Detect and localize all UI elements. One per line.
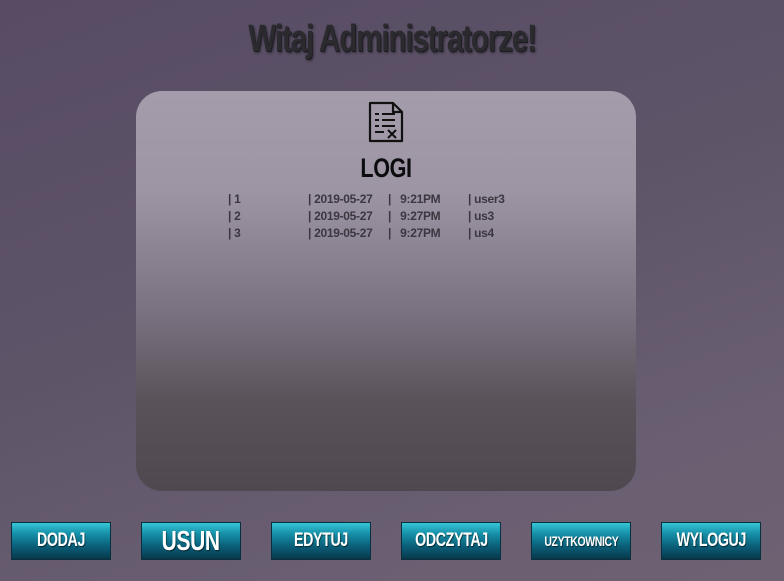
- log-time: | 9:27PM: [388, 209, 441, 223]
- read-button-label: ODCZYTAJ: [414, 530, 488, 551]
- log-user: | us3: [468, 209, 494, 223]
- log-time: | 9:21PM: [388, 192, 441, 206]
- edit-button[interactable]: EDYTUJ: [271, 522, 371, 560]
- log-row: | 1 | 2019-05-27 | 9:21PM | user3: [228, 192, 588, 209]
- users-button[interactable]: UZYTKOWNICY: [531, 522, 631, 560]
- delete-button-label: USUN: [161, 525, 221, 556]
- add-button[interactable]: DODAJ: [11, 522, 111, 560]
- delete-button[interactable]: USUN: [141, 522, 241, 560]
- edit-button-label: EDYTUJ: [294, 530, 348, 551]
- log-user: | user3: [468, 192, 505, 206]
- log-id: | 2: [228, 209, 241, 223]
- log-id: | 3: [228, 226, 241, 240]
- users-button-label: UZYTKOWNICY: [543, 533, 619, 549]
- logout-button-label: WYLOGUJ: [676, 530, 746, 551]
- log-date: | 2019-05-27: [308, 192, 373, 206]
- page-title: Witaj Administratorze!: [248, 18, 537, 60]
- log-date: | 2019-05-27: [308, 226, 373, 240]
- log-id: | 1: [228, 192, 241, 206]
- logs-list: | 1 | 2019-05-27 | 9:21PM | user3 | 2 | …: [228, 192, 588, 243]
- log-row: | 2 | 2019-05-27 | 9:27PM | us3: [228, 209, 588, 226]
- log-date: | 2019-05-27: [308, 209, 373, 223]
- log-document-icon: [368, 101, 404, 143]
- log-user: | us4: [468, 226, 494, 240]
- logs-title: LOGI: [360, 153, 412, 183]
- logout-button[interactable]: WYLOGUJ: [661, 522, 761, 560]
- read-button[interactable]: ODCZYTAJ: [401, 522, 501, 560]
- add-button-label: DODAJ: [36, 530, 85, 551]
- logs-panel: LOGI | 1 | 2019-05-27 | 9:21PM | user3 |…: [136, 91, 636, 491]
- log-row: | 3 | 2019-05-27 | 9:27PM | us4: [228, 226, 588, 243]
- log-time: | 9:27PM: [388, 226, 441, 240]
